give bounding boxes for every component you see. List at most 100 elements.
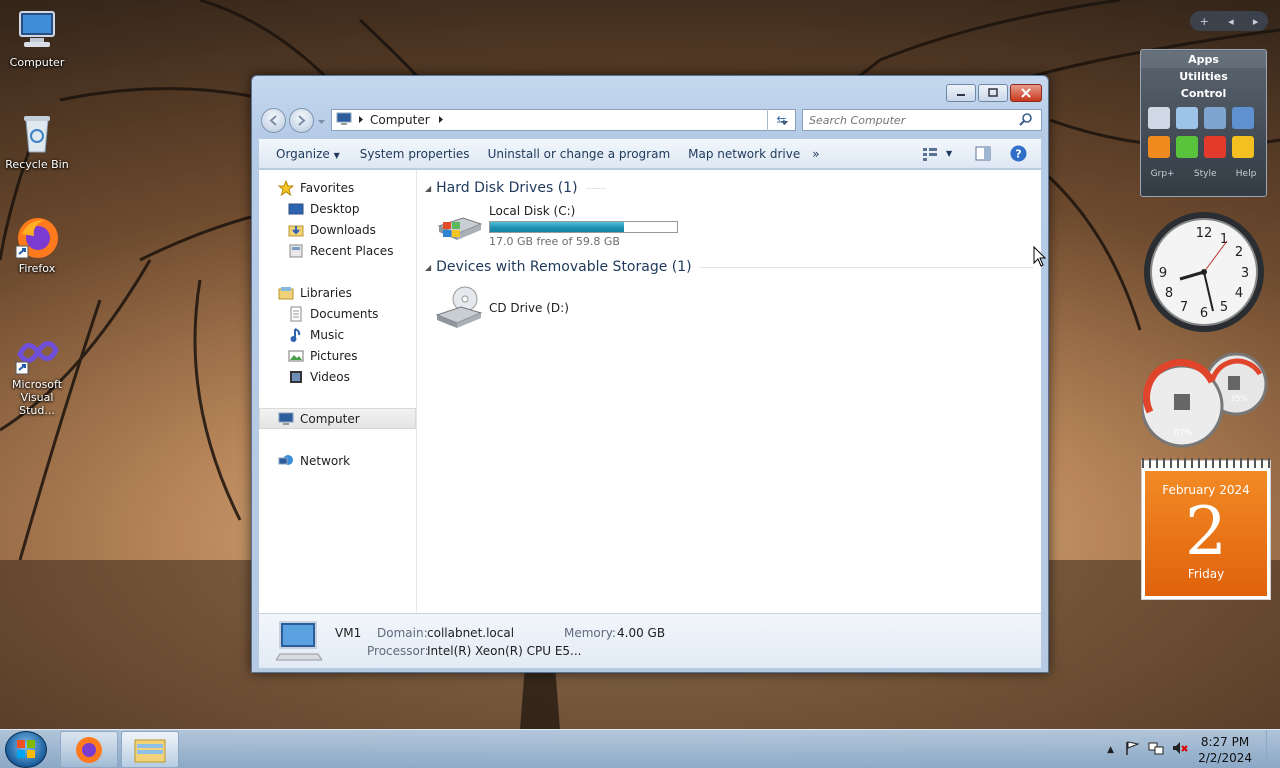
star-icon [278,179,294,196]
show-desktop-button[interactable] [1266,730,1280,768]
windows-icon[interactable] [1232,107,1254,129]
uninstall-program-button[interactable]: Uninstall or change a program [488,147,671,161]
search-input[interactable] [809,113,1019,127]
nav-label: Music [310,327,345,342]
settings-icon[interactable] [1176,136,1198,158]
details-pane: VM1 Domain: collabnet.local Memory: 4.00… [259,613,1041,668]
firefox-icon [14,214,60,260]
processor-value: Intel(R) Xeon(R) CPU E5... [427,644,582,658]
domain-value: collabnet.local [427,626,515,640]
breadcrumb-separator-icon[interactable] [358,113,364,127]
chevron-down-icon: ▼ [333,150,340,160]
desktop-icon-recycle-bin[interactable]: Recycle Bin [1,110,73,171]
drive-local-disk-c[interactable]: Local Disk (C:) 17.0 GB free of 59.8 GB [435,201,1041,251]
system-icon[interactable] [1204,107,1226,129]
nav-recent-places[interactable]: Recent Places [259,240,416,261]
close-button[interactable] [1010,84,1042,102]
apps-tab[interactable]: Apps [1141,51,1266,68]
address-row: Computer ⇆ [259,106,1042,134]
nav-label: Downloads [310,222,376,237]
previous-icon[interactable]: ◂ [1228,15,1234,28]
lock-icon[interactable] [1232,136,1254,158]
visual-studio-icon [14,330,60,376]
computer-icon [14,8,60,54]
refresh-button[interactable]: ⇆ [767,109,795,131]
add-gadget-icon[interactable]: + [1200,15,1209,28]
back-button[interactable] [261,108,286,133]
desktop-icon-computer[interactable]: Computer [1,8,73,69]
desktop-icon-firefox[interactable]: Firefox [1,214,73,275]
search-box[interactable] [802,109,1042,131]
breadcrumb-computer[interactable]: Computer [370,113,430,127]
forward-button[interactable] [289,108,314,133]
system-properties-button[interactable]: System properties [360,147,470,161]
taskbar-clock[interactable]: 8:27 PM 2/2/2024 [1198,734,1252,766]
nav-music[interactable]: Music [259,324,416,345]
pictures-icon [288,348,304,364]
drive-name: Local Disk (C:) [489,204,576,218]
drive-info: Local Disk (C:) 17.0 GB free of 59.8 GB [489,204,678,248]
utilities-tab[interactable]: Utilities [1141,68,1266,85]
show-hidden-icons-icon[interactable]: ▲ [1107,745,1114,755]
clock-time: 8:27 PM [1200,734,1250,749]
taskbar-explorer[interactable] [121,731,179,768]
desktop-icon-label: Firefox [18,262,56,275]
network-status-icon[interactable] [1148,740,1164,759]
group-header-hard-disk-drives[interactable]: ◢ Hard Disk Drives (1) [425,178,1041,198]
maximize-button[interactable] [978,84,1008,102]
more-commands-button[interactable]: » [812,147,819,161]
videos-icon [288,369,304,385]
nav-computer[interactable]: Computer [259,408,416,429]
nav-favorites[interactable]: Favorites [259,177,416,198]
organize-button[interactable]: Organize ▼ [276,147,340,161]
view-options-dropdown[interactable]: ▼ [946,149,952,158]
breadcrumb-separator-icon[interactable] [438,113,444,127]
clock-date: 2/2/2024 [1198,750,1252,765]
taskbar-firefox[interactable] [60,731,118,768]
nav-label: Documents [310,306,379,321]
help-link[interactable]: Help [1236,169,1257,179]
minimize-button[interactable] [946,84,976,102]
cpu-meter-value: 07% [1174,428,1192,437]
nav-pictures[interactable]: Pictures [259,345,416,366]
desktop-icon-label: Microsoft Visual Stud... [11,378,63,417]
calendar-day: 2 [1185,493,1227,570]
calendar-weekday: Friday [1187,567,1225,581]
next-icon[interactable]: ▸ [1253,15,1259,28]
group-plus-link[interactable]: Grp+ [1151,169,1175,179]
nav-downloads[interactable]: Downloads [259,219,416,240]
action-center-flag-icon[interactable] [1124,740,1140,759]
address-bar[interactable]: Computer [331,109,796,131]
drive-cd-drive-d[interactable]: CD Drive (D:) [435,283,1041,333]
nav-libraries[interactable]: Libraries [259,282,416,303]
power-icon[interactable] [1148,136,1170,158]
recycle-bin-icon[interactable] [1148,107,1170,129]
folder-icon [134,739,166,763]
preview-pane-icon[interactable] [975,146,991,164]
svg-text:?: ? [1015,148,1021,161]
change-view-icon[interactable] [922,147,938,164]
control-tab[interactable]: Control [1141,85,1266,102]
nav-videos[interactable]: Videos [259,366,416,387]
desktop-folder-icon [288,201,304,217]
recent-pages-dropdown[interactable] [317,115,326,129]
nav-label: Pictures [310,348,358,363]
style-link[interactable]: Style [1194,169,1217,179]
shutdown-icon[interactable] [1204,136,1226,158]
items-view: ◢ Hard Disk Drives (1) Local Disk (C:) 17… [417,170,1041,613]
nav-documents[interactable]: Documents [259,303,416,324]
desktop-icon-visual-studio[interactable]: Microsoft Visual Stud... [1,330,73,417]
nav-desktop[interactable]: Desktop [259,198,416,219]
search-icon[interactable] [1019,112,1033,129]
desktop-icon-label: Computer [9,56,65,69]
start-button[interactable] [5,731,47,768]
svg-text:5: 5 [1220,300,1228,315]
cd-drive-icon [435,285,483,332]
volume-muted-icon[interactable] [1172,740,1188,759]
nav-label: Desktop [310,201,360,216]
nav-network[interactable]: Network [259,450,416,471]
help-icon[interactable]: ? [1010,145,1027,165]
drive-icon[interactable] [1176,107,1198,129]
map-network-drive-button[interactable]: Map network drive [688,147,800,161]
group-header-removable-storage[interactable]: ◢ Devices with Removable Storage (1) [425,257,1041,277]
